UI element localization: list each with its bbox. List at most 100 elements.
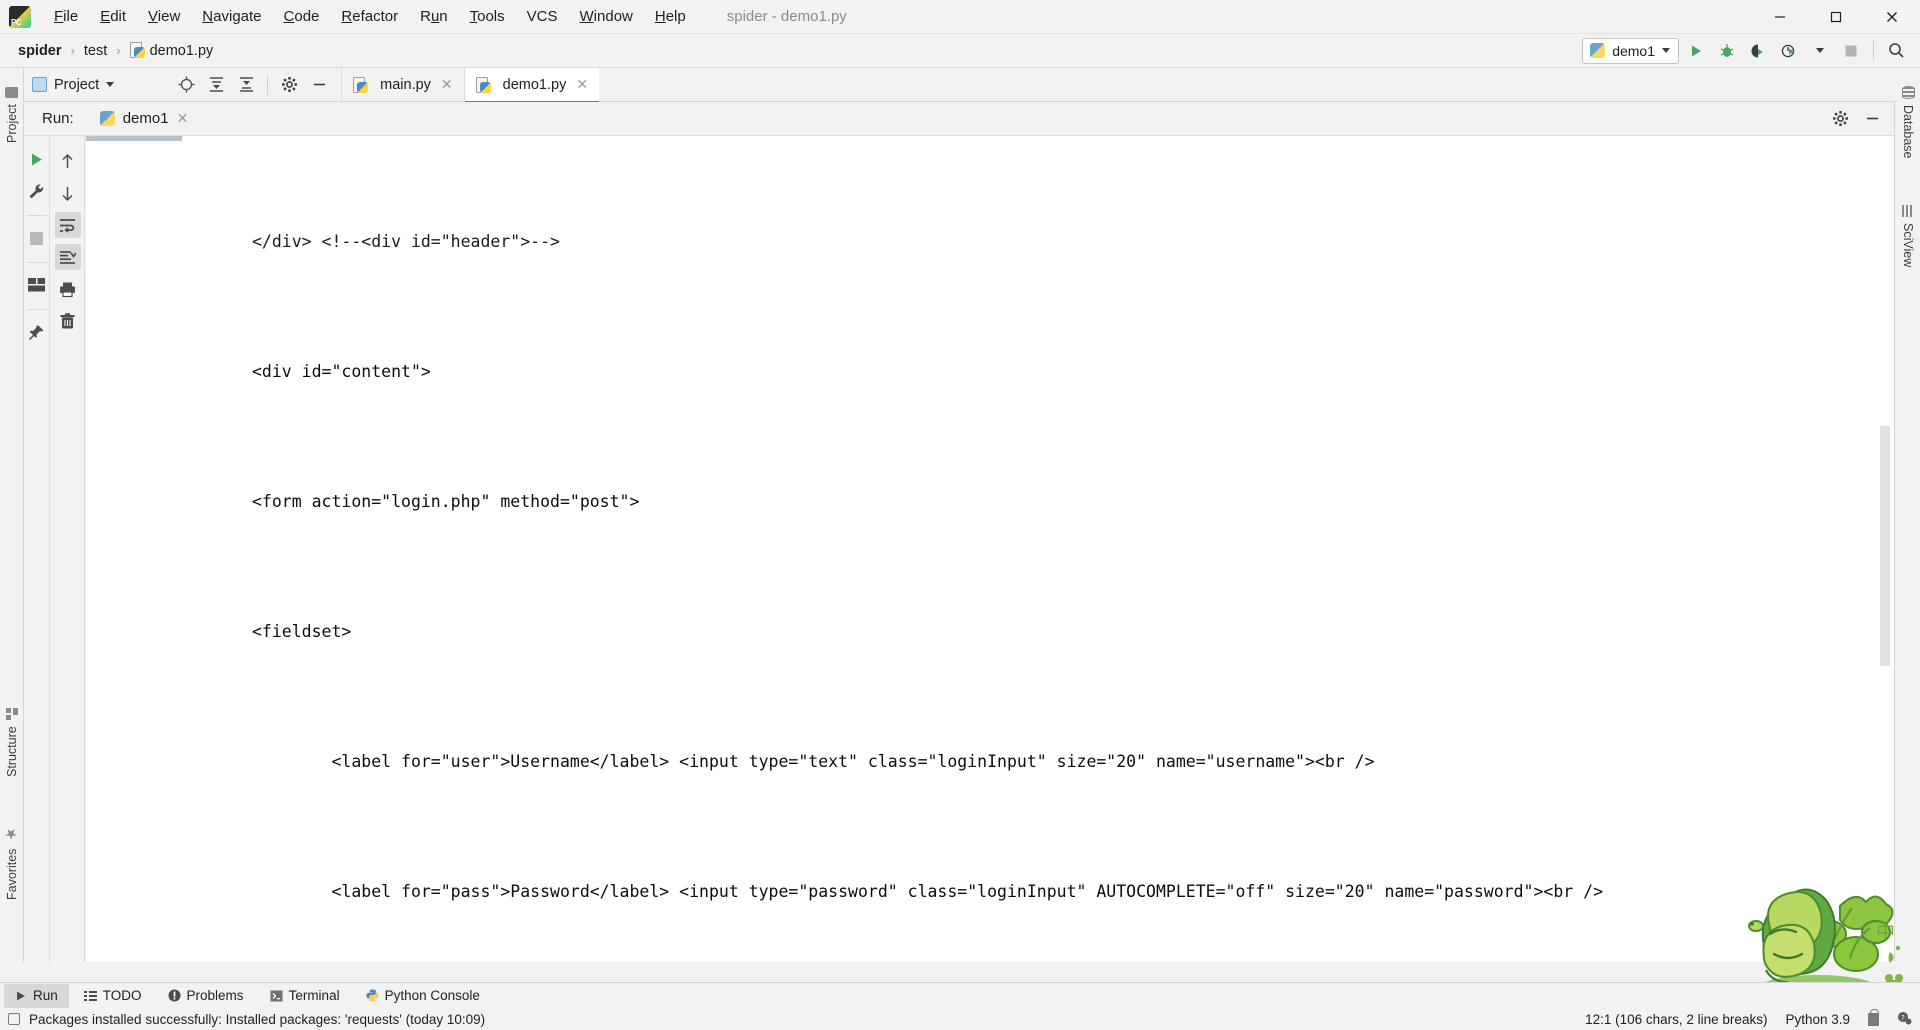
python-file-icon <box>475 76 491 93</box>
status-bar: Packages installed successfully: Install… <box>0 1008 1920 1030</box>
project-label: Project <box>54 76 100 93</box>
run-window-header: Run: demo1 ✕ <box>24 102 1894 140</box>
minimize-button[interactable] <box>1752 0 1808 34</box>
sidebar-item-structure[interactable]: Structure <box>0 690 24 795</box>
settings-gear-icon[interactable] <box>1826 105 1854 133</box>
editor-tab-demo1[interactable]: demo1.py ✕ <box>463 67 600 103</box>
bottom-tab-label: Problems <box>186 988 244 1003</box>
run-window-header-buttons <box>1826 105 1886 133</box>
status-message-group: Packages installed successfully: Install… <box>8 1012 485 1027</box>
bottom-tab-run[interactable]: Run <box>4 983 69 1008</box>
sidebar-item-favorites[interactable]: Favorites ★ <box>0 810 24 915</box>
run-console-output[interactable]: </div> <!--<div id="header">--> <div id=… <box>86 136 1894 962</box>
event-log-icon[interactable] <box>8 1013 20 1025</box>
sidebar-item-sciview[interactable]: SciView <box>1896 190 1920 282</box>
breadcrumb-item-project[interactable]: spider <box>14 41 66 61</box>
sidebar-divider <box>26 215 47 216</box>
expand-all-icon[interactable] <box>202 71 230 99</box>
soft-wrap-icon[interactable] <box>54 212 81 238</box>
breadcrumb-item-folder[interactable]: test <box>80 41 111 61</box>
search-everywhere-button[interactable] <box>1882 37 1910 65</box>
sidebar-item-database[interactable]: Database <box>1896 72 1920 172</box>
project-view-button[interactable]: Project <box>24 75 122 95</box>
pin-icon[interactable] <box>24 319 50 345</box>
run-configuration-name: demo1 <box>1612 42 1655 59</box>
vertical-scrollbar-thumb[interactable] <box>1880 426 1890 666</box>
hide-icon[interactable] <box>1858 105 1886 133</box>
star-icon: ★ <box>3 824 20 843</box>
status-message[interactable]: Packages installed successfully: Install… <box>29 1012 485 1027</box>
python-file-icon <box>353 76 369 93</box>
breadcrumb-separator: › <box>116 43 121 58</box>
menu-window[interactable]: Window <box>569 3 644 30</box>
menu-help[interactable]: Help <box>644 3 697 30</box>
sidebar-item-label: Project <box>5 104 19 143</box>
chevron-down-icon[interactable] <box>1806 37 1834 65</box>
close-icon[interactable]: ✕ <box>576 76 588 93</box>
editor-tab-main[interactable]: main.py ✕ <box>341 67 464 102</box>
menu-view[interactable]: View <box>137 3 191 30</box>
menu-vcs[interactable]: VCS <box>516 3 569 30</box>
arrow-up-icon[interactable] <box>55 148 81 174</box>
locate-file-icon[interactable] <box>172 71 200 99</box>
hide-icon[interactable] <box>305 71 333 99</box>
menu-navigate[interactable]: Navigate <box>191 3 272 30</box>
debug-button[interactable] <box>1713 37 1741 65</box>
close-icon[interactable]: ✕ <box>441 76 453 93</box>
console-text: </div> <!--<div id="header">--> <div id=… <box>86 136 1603 962</box>
python-console-icon <box>366 989 378 1002</box>
sciview-icon <box>1902 204 1914 217</box>
terminal-icon <box>270 990 283 1001</box>
collapse-all-icon[interactable] <box>232 71 260 99</box>
settings-gear-icon[interactable] <box>275 71 303 99</box>
database-icon <box>1901 85 1915 99</box>
run-tab-demo1[interactable]: demo1 ✕ <box>95 104 193 140</box>
run-window-label: Run: <box>42 110 74 127</box>
vertical-scrollbar[interactable] <box>1880 136 1890 962</box>
profile-button[interactable] <box>1775 37 1803 65</box>
todo-list-icon <box>83 990 97 1001</box>
breadcrumb: spider › test › demo1.py <box>14 40 217 61</box>
interpreter-selector[interactable]: Python 3.9 <box>1785 1012 1850 1027</box>
menu-edit[interactable]: Edit <box>89 3 137 30</box>
caret-position[interactable]: 12:1 (106 chars, 2 line breaks) <box>1585 1012 1767 1027</box>
sidebar-item-label: Database <box>1901 104 1915 159</box>
stop-button[interactable] <box>1837 37 1865 65</box>
run-button[interactable] <box>1682 37 1710 65</box>
menu-refactor[interactable]: Refactor <box>330 3 409 30</box>
arrow-down-icon[interactable] <box>55 180 81 206</box>
python-file-icon <box>129 42 145 58</box>
close-button[interactable] <box>1864 0 1920 34</box>
status-right-group: 12:1 (106 chars, 2 line breaks) Python 3… <box>1585 1008 1912 1028</box>
menu-run[interactable]: Run <box>409 3 459 30</box>
lock-icon[interactable] <box>1868 1008 1879 1026</box>
run-with-coverage-button[interactable] <box>1744 37 1772 65</box>
close-icon[interactable]: ✕ <box>177 110 189 127</box>
sidebar-item-project[interactable]: Project <box>0 72 24 158</box>
console-line: </div> <!--<div id="header">--> <box>252 232 560 251</box>
problems-icon <box>168 989 181 1002</box>
bottom-tab-todo[interactable]: TODO <box>73 984 153 1008</box>
bottom-tab-terminal[interactable]: Terminal <box>259 984 351 1008</box>
editor-toolbar: Project main.py ✕ demo1.py ✕ <box>24 67 1896 103</box>
bottom-tab-label: TODO <box>102 988 142 1003</box>
notifications-gear-icon[interactable]: ? <box>1897 1011 1912 1028</box>
trash-icon[interactable] <box>55 308 81 334</box>
menu-tools[interactable]: Tools <box>459 3 516 30</box>
rerun-button[interactable] <box>24 146 50 172</box>
title-bar: File Edit View Navigate Code Refactor Ru… <box>0 0 1920 34</box>
run-configuration-selector[interactable]: demo1 <box>1582 37 1679 64</box>
maximize-button[interactable] <box>1808 0 1864 34</box>
bottom-tab-python-console[interactable]: Python Console <box>355 984 491 1008</box>
bottom-tab-problems[interactable]: Problems <box>157 984 255 1008</box>
menu-code[interactable]: Code <box>273 3 331 30</box>
run-sidebar-primary <box>24 136 50 962</box>
menu-file[interactable]: File <box>43 3 89 30</box>
layout-icon[interactable] <box>24 272 50 298</box>
print-icon[interactable] <box>55 276 81 302</box>
chevron-down-icon <box>1662 48 1670 53</box>
breadcrumb-item-file[interactable]: demo1.py <box>126 40 218 61</box>
wrench-icon[interactable] <box>24 178 50 204</box>
stop-process-button[interactable] <box>24 225 50 251</box>
scroll-to-end-icon[interactable] <box>54 244 81 270</box>
